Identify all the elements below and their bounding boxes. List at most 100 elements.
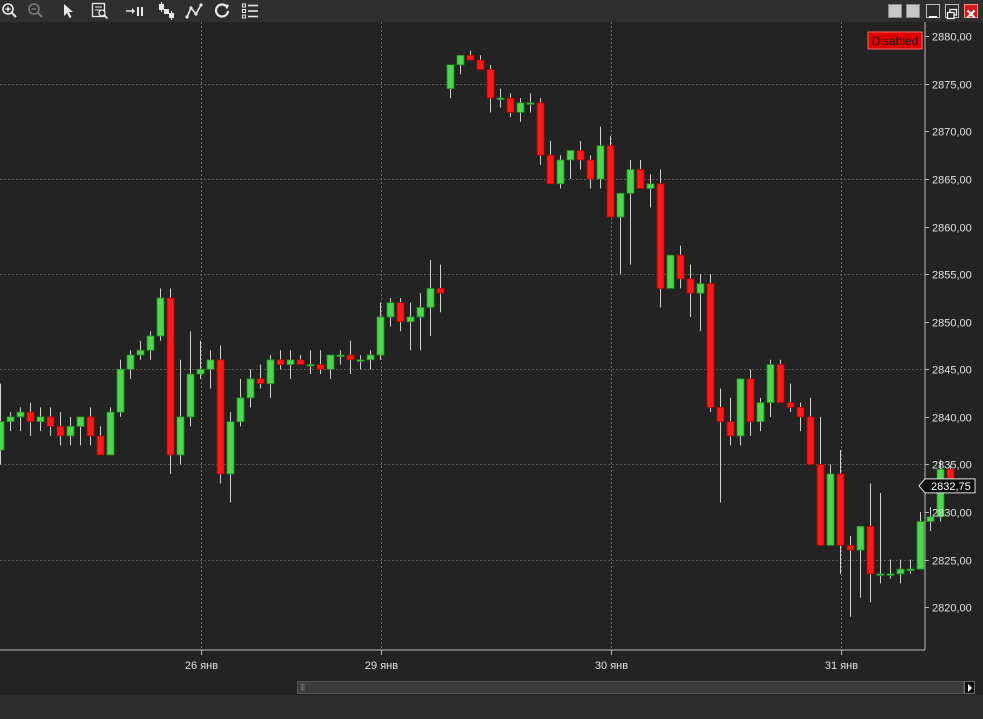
candle-body-down [86,416,95,437]
candle-body-down [506,97,515,113]
price-tick-label: 2865,00 [932,175,972,187]
candle [836,450,845,574]
candle [396,297,405,332]
candle [666,254,675,289]
candle [326,354,335,379]
candle [426,259,435,336]
tile-button[interactable] [888,4,902,18]
magnify-data-box-icon[interactable] [90,1,110,21]
candle [136,340,145,360]
candle-body-up [896,568,905,575]
candle-body-down [476,59,485,70]
candle-body-up [496,97,505,101]
candle-body-down [656,183,665,289]
cursor-arrow-icon[interactable] [59,1,79,21]
bar-spacing-icon[interactable] [124,1,144,21]
candle-body-up [126,354,135,370]
candle [366,350,375,370]
candle [296,355,305,365]
chart-type-icon[interactable] [156,1,176,21]
candle [246,369,255,408]
candle-body-up [246,378,255,399]
candle [336,350,345,365]
close-button[interactable] [964,4,978,19]
candle [586,155,595,189]
price-tick-label: 2855,00 [932,270,972,282]
candle-body-up [76,416,85,427]
zoom-out-icon[interactable] [26,1,46,21]
candle [506,93,515,118]
tile-button-2[interactable] [906,4,920,18]
candle-body-up [36,416,45,423]
candle [146,331,155,360]
candle-body-up [6,416,15,423]
minimize-button[interactable] [926,4,940,18]
candle [116,359,125,417]
candle [56,412,65,446]
candle-body-down [546,154,555,185]
close-icon [966,9,976,19]
candle [176,359,185,465]
price-tick-label: 2850,00 [932,318,972,330]
candle-body-up [186,373,195,418]
candle-body-down [586,159,595,180]
candle-body-down [166,297,175,456]
drawing-tools-icon[interactable] [184,1,204,21]
candle-body-down [26,411,35,423]
candle-body-up [286,359,295,365]
price-tick-label: 2870,00 [932,127,972,139]
candle [76,416,85,446]
current-price-tag: 2832,75 [918,478,976,494]
candle [706,274,715,413]
candle [266,355,275,398]
scrollbar-grip-icon[interactable]: ||| [300,684,305,691]
candle [536,98,545,165]
candle-body-down [676,254,685,280]
candle-body-up [766,364,775,404]
candle-body-up [886,573,895,576]
candle [86,407,95,446]
candle [436,264,445,313]
candle-body-down [706,283,715,408]
price-axis: 2880,00 2875,00 2870,00 2865,00 2860,00 2855,… [925,32,972,615]
price-chart[interactable]: 2880,00 2875,00 2870,00 2865,00 2860,00 2855,… [0,22,983,681]
zoom-in-icon[interactable] [0,1,20,21]
candle [106,407,115,456]
candle [746,369,755,436]
refresh-icon[interactable] [212,1,232,21]
candle [806,397,815,465]
list-icon[interactable] [240,1,260,21]
candle-body-up [646,183,655,189]
candle [826,464,835,546]
candle-body-up [856,525,865,551]
candle [726,397,735,446]
candle [466,50,475,61]
candle-body-down [46,416,55,427]
candle-body-up [516,102,525,113]
candle-body-down [776,364,785,404]
price-tick-label: 2880,00 [932,32,972,44]
arrow-right-icon [967,683,972,692]
candle [626,159,635,265]
candle [756,397,765,432]
candle-body-up [386,302,395,318]
candle-body-up [226,421,235,475]
candle [236,378,245,427]
horizontal-scrollbar[interactable]: ||| [297,681,964,694]
candle [566,150,575,179]
restore-button[interactable] [945,4,959,20]
candle [156,288,165,341]
candle-body-down [256,378,265,384]
candle-body-up [326,354,335,370]
toolbar [0,0,983,22]
candle-body-down [486,69,495,99]
candle [636,159,645,189]
candle-body-up [306,364,315,367]
candle-body-up [66,425,75,437]
candle-body-up [906,568,915,572]
scroll-right-button[interactable] [964,681,975,694]
candle-body-down [316,364,325,370]
candle [846,535,855,617]
candle-body-up [156,297,165,337]
candle-body-down [786,402,795,408]
